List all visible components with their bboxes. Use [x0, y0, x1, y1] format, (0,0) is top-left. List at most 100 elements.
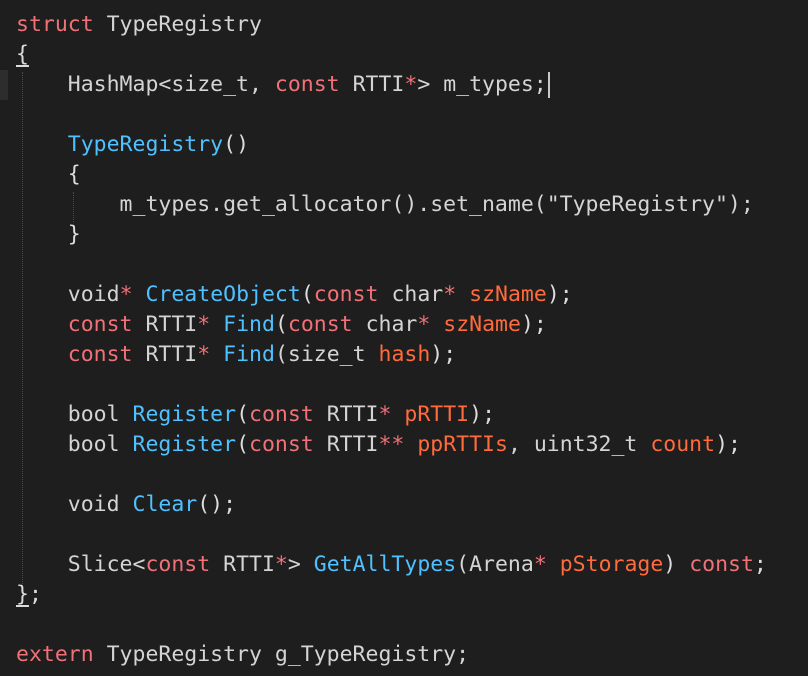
- code-token: bool: [16, 432, 133, 457]
- code-token: );: [546, 282, 573, 307]
- text-cursor: [547, 72, 550, 98]
- code-token: const: [287, 312, 353, 337]
- code-token: {: [16, 42, 29, 67]
- code-token: const: [67, 342, 133, 367]
- code-token: *: [417, 312, 431, 337]
- code-token: );: [469, 402, 496, 427]
- code-token: (): [223, 132, 250, 157]
- code-token: void: [16, 282, 120, 307]
- code-token: const: [689, 552, 754, 577]
- code-token: (: [236, 402, 250, 427]
- code-token: bool: [16, 402, 133, 427]
- code-token: ();: [197, 492, 237, 517]
- code-line[interactable]: const RTTI* Find(const char* szName);: [16, 310, 547, 340]
- code-token: );: [520, 312, 547, 337]
- code-token: RTTI: [313, 432, 379, 457]
- code-token: const: [249, 432, 314, 457]
- code-token: *: [378, 402, 392, 427]
- code-token: GetAllTypes: [313, 552, 457, 577]
- code-token: Find: [223, 342, 275, 367]
- code-line[interactable]: const RTTI* Find(size_t hash);: [16, 340, 456, 370]
- code-token: count: [650, 432, 716, 457]
- code-token: *: [197, 312, 211, 337]
- code-token: const: [249, 402, 314, 427]
- code-line[interactable]: };: [16, 580, 42, 610]
- code-token: TypeRegistry: [93, 12, 262, 37]
- code-token: > m_types;: [417, 72, 547, 97]
- code-line[interactable]: Slice<const RTTI*> GetAllTypes(Arena* pS…: [16, 550, 767, 580]
- code-token: const: [67, 312, 133, 337]
- code-token: RTTI: [313, 402, 379, 427]
- code-token: const: [313, 282, 379, 307]
- code-token: (Arena: [456, 552, 534, 577]
- code-token: struct: [16, 12, 94, 37]
- code-token: char: [378, 282, 444, 307]
- code-token: *: [119, 282, 133, 307]
- code-line[interactable]: HashMap<size_t, const RTTI*> m_types;: [16, 70, 550, 100]
- code-token: RTTI: [339, 72, 405, 97]
- code-line[interactable]: {: [16, 40, 29, 70]
- code-token: Find: [223, 312, 275, 337]
- code-token: HashMap<size_t,: [16, 72, 275, 97]
- code-token: void: [16, 492, 133, 517]
- code-token: RTTI: [132, 312, 198, 337]
- code-token: );: [715, 432, 741, 457]
- code-editor[interactable]: struct TypeRegistry{ HashMap<size_t, con…: [0, 0, 808, 676]
- code-token: TypeRegistry g_TypeRegistry;: [93, 642, 470, 667]
- code-token: (: [274, 312, 288, 337]
- code-line[interactable]: void* CreateObject(const char* szName);: [16, 280, 573, 310]
- code-token: TypeRegistry: [67, 132, 224, 157]
- code-token: Slice<: [16, 552, 146, 577]
- code-token: CreateObject: [145, 282, 301, 307]
- code-line[interactable]: bool Register(const RTTI* pRTTI);: [16, 400, 495, 430]
- code-token: const: [274, 72, 340, 97]
- code-token: (size_t: [274, 342, 379, 367]
- code-token: RTTI: [210, 552, 275, 577]
- code-token: Register: [132, 432, 237, 457]
- code-line[interactable]: extern TypeRegistry g_TypeRegistry;: [16, 640, 469, 670]
- code-token: hash: [378, 342, 431, 367]
- code-token: Register: [132, 402, 237, 427]
- code-token: *: [274, 552, 288, 577]
- code-line[interactable]: bool Register(const RTTI** ppRTTIs, uint…: [16, 430, 741, 460]
- code-token: , uint32_t: [507, 432, 651, 457]
- code-token: >: [287, 552, 314, 577]
- code-token: );: [430, 342, 457, 367]
- code-line[interactable]: }: [16, 220, 81, 250]
- code-token: ppRTTIs: [417, 432, 508, 457]
- code-line[interactable]: {: [16, 160, 81, 190]
- code-token: *: [533, 552, 547, 577]
- code-line[interactable]: void Clear();: [16, 490, 236, 520]
- code-token: Clear: [132, 492, 198, 517]
- code-line[interactable]: TypeRegistry(): [16, 130, 249, 160]
- code-token: {: [16, 162, 81, 187]
- code-token: char: [352, 312, 418, 337]
- code-token: }: [16, 222, 81, 247]
- code-line[interactable]: struct TypeRegistry: [16, 10, 262, 40]
- code-token: RTTI: [132, 342, 198, 367]
- code-line[interactable]: m_types.get_allocator().set_name("TypeRe…: [16, 190, 754, 220]
- code-token: (: [236, 432, 250, 457]
- code-token: *: [197, 342, 211, 367]
- code-token: *: [404, 72, 418, 97]
- code-token: (: [300, 282, 314, 307]
- code-token: const: [145, 552, 211, 577]
- current-line-marker: [0, 70, 8, 100]
- code-token: extern: [16, 642, 94, 667]
- code-token: szName: [443, 312, 521, 337]
- code-token: *: [443, 282, 457, 307]
- code-token: }: [16, 582, 29, 607]
- code-token: ;: [753, 552, 767, 577]
- code-token: m_types.get_allocator().set_name("TypeRe…: [16, 192, 754, 217]
- code-token: pStorage: [559, 552, 664, 577]
